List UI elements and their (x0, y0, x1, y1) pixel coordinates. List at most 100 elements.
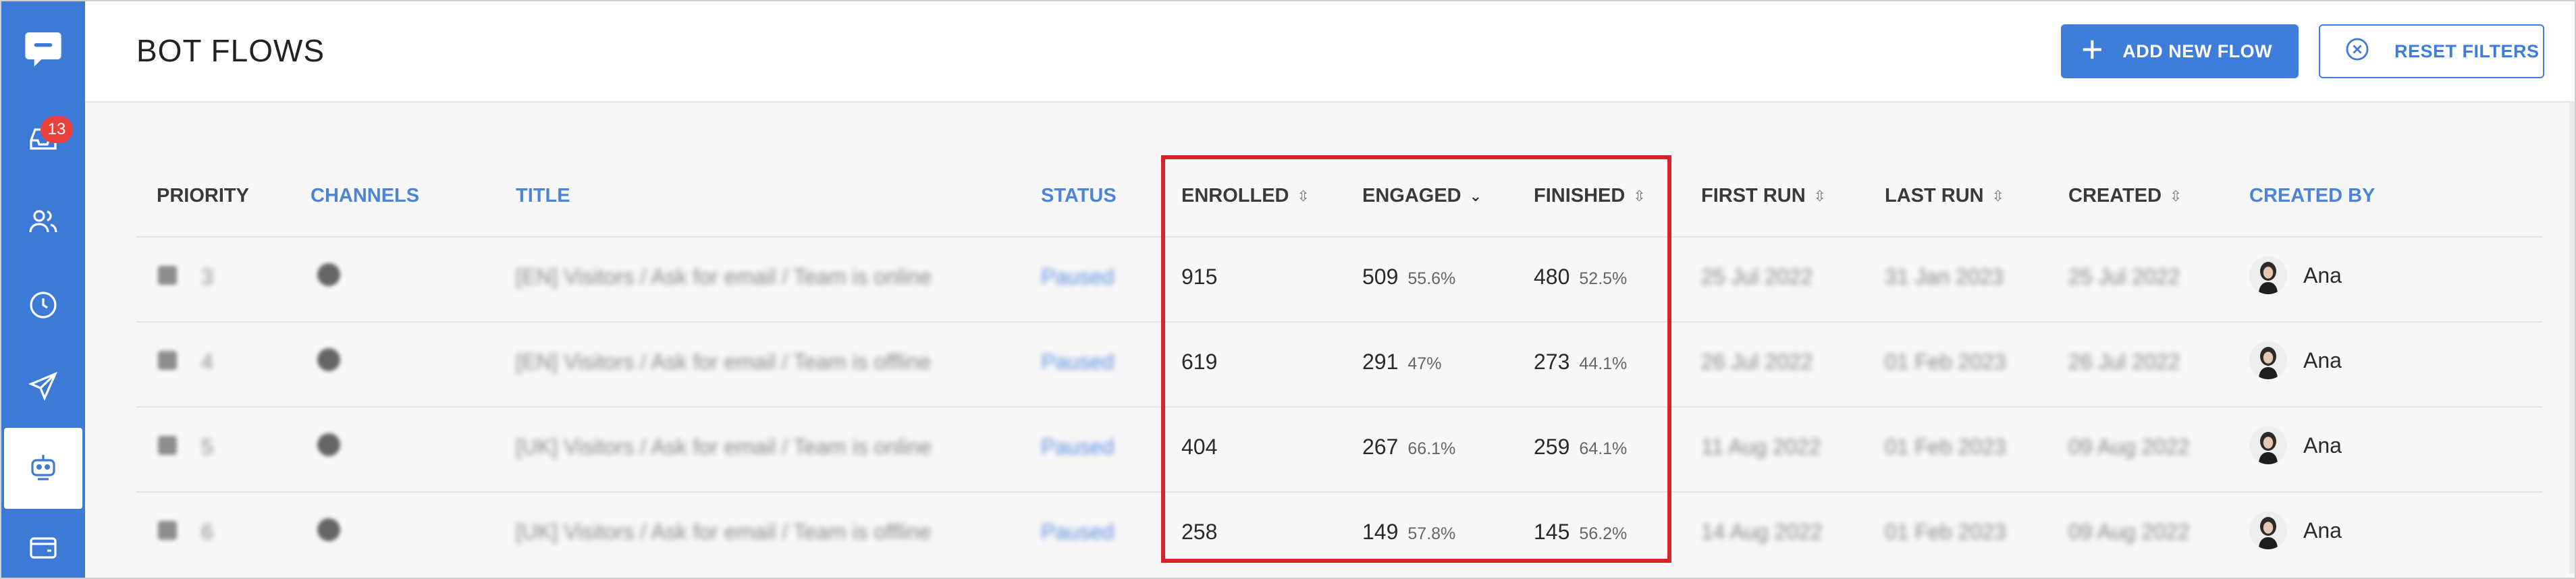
finished-cell: 259 64.1% (1534, 435, 1627, 460)
channel-icon (317, 263, 340, 286)
column-enrolled-label: ENROLLED (1181, 185, 1289, 206)
first-run-cell: 25 Jul 2022 (1701, 265, 1813, 289)
column-title-label: TITLE (516, 185, 570, 206)
title-cell[interactable]: [EN] Visitors / Ask for email / Team is … (516, 350, 931, 375)
created-by-cell: Ana (2303, 263, 2342, 287)
bot-icon (27, 451, 59, 487)
finished-percent: 64.1% (1579, 439, 1628, 458)
engaged-cell: 267 66.1% (1362, 435, 1455, 460)
enrolled-cell: 619 (1181, 350, 1218, 374)
created-cell: 25 Jul 2022 (2068, 265, 2180, 289)
table-row[interactable]: 5 [UK] Visitors / Ask for email / Team i… (136, 406, 2542, 491)
sidebar-item-bots[interactable] (4, 428, 82, 509)
column-first-run[interactable]: FIRST RUN ⇳ (1701, 185, 1826, 207)
column-status[interactable]: STATUS (1041, 185, 1117, 207)
title-cell[interactable]: [UK] Visitors / Ask for email / Team is … (516, 435, 932, 460)
created-cell: 26 Jul 2022 (2068, 350, 2180, 374)
sidebar-item-inbox[interactable]: 13 (1, 100, 85, 181)
enrolled-cell: 258 (1181, 520, 1218, 544)
priority-cell: 6 (201, 520, 213, 544)
drag-handle-icon[interactable] (158, 521, 177, 540)
close-circle-icon (2344, 36, 2394, 67)
enrolled-cell: 915 (1181, 265, 1218, 289)
column-engaged[interactable]: ENGAGED ⌄ (1362, 185, 1482, 207)
users-icon (27, 205, 59, 241)
sidebar-item-history[interactable] (1, 266, 85, 347)
table-row[interactable]: 3 [EN] Visitors / Ask for email / Team i… (136, 236, 2542, 321)
engaged-cell: 509 55.6% (1362, 265, 1455, 290)
created-cell: 09 Aug 2022 (2068, 520, 2190, 544)
table-row[interactable]: 6 [UK] Visitors / Ask for email / Team i… (136, 491, 2542, 576)
column-priority-label: PRIORITY (157, 185, 249, 206)
last-run-cell: 01 Feb 2023 (1885, 520, 2006, 544)
finished-cell: 145 56.2% (1534, 520, 1627, 545)
page-title: BOT FLOWS (136, 33, 325, 68)
finished-cell: 480 52.5% (1534, 265, 1627, 290)
finished-count: 145 (1534, 520, 1570, 544)
page-header: BOT FLOWS + ADD NEW FLOW RESET FILTERS (85, 1, 2575, 103)
status-cell[interactable]: Paused (1041, 350, 1115, 375)
column-finished-label: FINISHED (1534, 185, 1626, 206)
first-run-cell: 14 Aug 2022 (1701, 520, 1823, 544)
engaged-cell: 291 47% (1362, 350, 1441, 375)
inbox-badge: 13 (41, 116, 73, 143)
priority-cell: 4 (201, 350, 213, 374)
add-new-flow-button[interactable]: + ADD NEW FLOW (2061, 24, 2299, 78)
title-cell[interactable]: [UK] Visitors / Ask for email / Team is … (516, 520, 931, 545)
scrollbar[interactable] (2569, 101, 2575, 574)
drag-handle-icon[interactable] (158, 436, 177, 455)
engaged-percent: 57.8% (1407, 524, 1456, 543)
drag-handle-icon[interactable] (158, 351, 177, 370)
reset-filters-button[interactable]: RESET FILTERS (2319, 24, 2544, 78)
finished-percent: 56.2% (1579, 524, 1628, 543)
plus-icon: + (2081, 28, 2104, 70)
column-first-run-label: FIRST RUN (1701, 185, 1806, 206)
status-cell[interactable]: Paused (1041, 265, 1115, 290)
finished-cell: 273 44.1% (1534, 350, 1627, 375)
wallet-icon (27, 532, 59, 568)
sidebar-item-wallet[interactable] (1, 509, 85, 578)
column-last-run[interactable]: LAST RUN ⇳ (1885, 185, 2004, 207)
column-status-label: STATUS (1041, 185, 1117, 206)
sidebar: 13 (1, 1, 85, 578)
sort-descending-icon: ⌄ (1469, 187, 1482, 204)
column-finished[interactable]: FINISHED ⇳ (1534, 185, 1646, 207)
reset-filters-label: RESET FILTERS (2394, 40, 2540, 61)
created-by-cell: Ana (2303, 348, 2342, 373)
title-cell[interactable]: [EN] Visitors / Ask for email / Team is … (516, 265, 932, 290)
sort-icon: ⇳ (1297, 187, 1310, 204)
drag-handle-icon[interactable] (158, 266, 177, 285)
column-enrolled[interactable]: ENROLLED ⇳ (1181, 185, 1310, 207)
column-created-label: CREATED (2068, 185, 2162, 206)
table-header: PRIORITY CHANNELS TITLE STATUS ENROLLED ⇳… (136, 153, 2542, 236)
column-channels[interactable]: CHANNELS (311, 185, 419, 207)
channel-icon (317, 433, 340, 456)
column-created[interactable]: CREATED ⇳ (2068, 185, 2182, 207)
engaged-count: 149 (1362, 520, 1399, 544)
engaged-cell: 149 57.8% (1362, 520, 1455, 545)
status-cell[interactable]: Paused (1041, 520, 1115, 545)
priority-cell: 5 (201, 435, 213, 459)
sort-icon: ⇳ (1813, 187, 1827, 204)
column-priority[interactable]: PRIORITY (157, 185, 249, 207)
column-created-by[interactable]: CREATED BY (2249, 185, 2375, 207)
sidebar-item-contacts[interactable] (1, 182, 85, 263)
first-run-cell: 11 Aug 2022 (1701, 435, 1821, 459)
avatar (2249, 341, 2287, 379)
engaged-percent: 66.1% (1407, 439, 1456, 458)
sidebar-item-campaigns[interactable] (1, 347, 85, 428)
finished-percent: 44.1% (1579, 354, 1628, 373)
created-by-cell: Ana (2303, 433, 2342, 458)
engaged-count: 509 (1362, 265, 1399, 289)
engaged-count: 267 (1362, 435, 1399, 459)
finished-count: 480 (1534, 265, 1570, 289)
sidebar-item-home[interactable] (1, 9, 85, 90)
add-new-flow-label: ADD NEW FLOW (2122, 40, 2273, 61)
sort-icon: ⇳ (2170, 187, 2182, 204)
column-title[interactable]: TITLE (516, 185, 570, 207)
sort-icon: ⇳ (1633, 187, 1646, 204)
enrolled-cell: 404 (1181, 435, 1218, 459)
app-window: 13 BOT FLOWS + ADD NEW FLOW RESET FILTER… (0, 0, 2576, 579)
status-cell[interactable]: Paused (1041, 435, 1115, 460)
table-row[interactable]: 4 [EN] Visitors / Ask for email / Team i… (136, 321, 2542, 406)
